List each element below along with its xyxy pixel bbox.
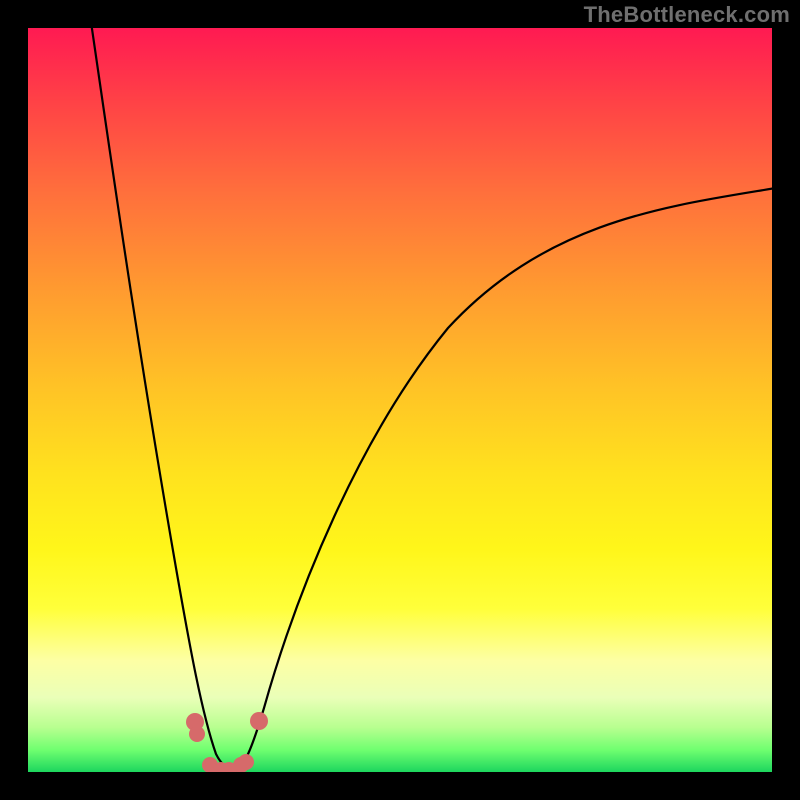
chart-svg [28, 28, 772, 772]
marker-dot [238, 754, 254, 770]
watermark-text: TheBottleneck.com [584, 2, 790, 28]
marker-dot [250, 712, 268, 730]
right-curve [234, 188, 772, 769]
left-curve [91, 28, 234, 769]
chart-plot-area [28, 28, 772, 772]
marker-dot [189, 726, 205, 742]
marker-group [186, 712, 268, 772]
